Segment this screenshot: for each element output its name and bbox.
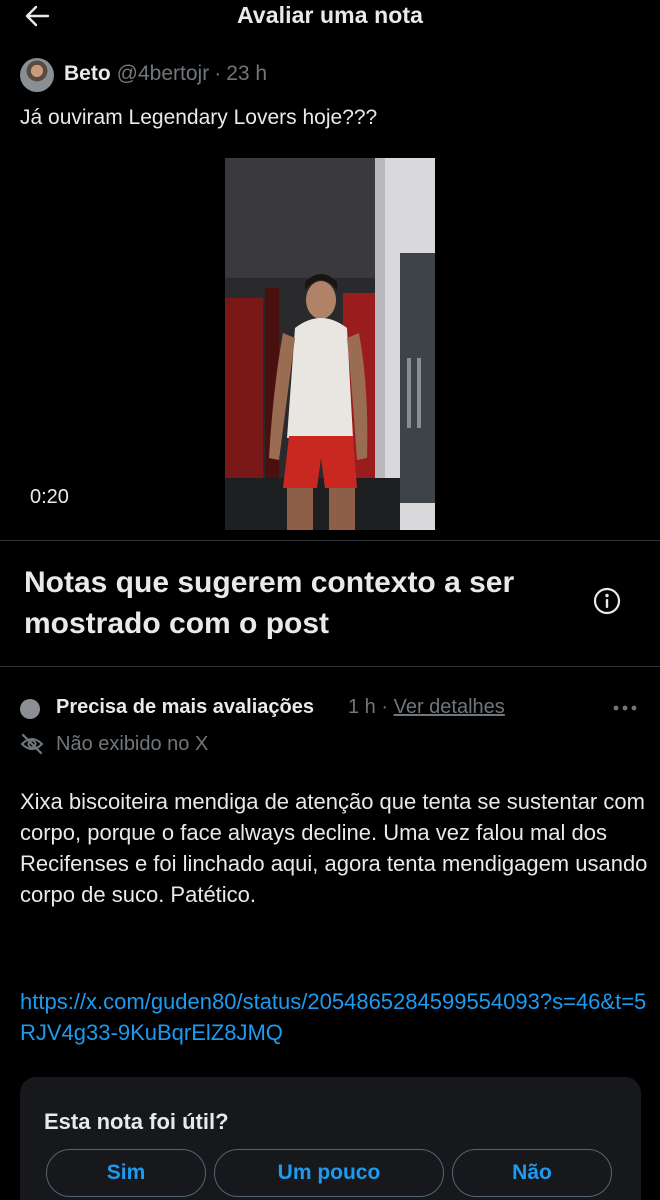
video-player[interactable] — [225, 158, 435, 530]
top-bar: Avaliar uma nota — [0, 0, 660, 34]
post-time[interactable]: 23 h — [226, 62, 267, 85]
video-thumbnail — [225, 158, 435, 530]
eye-off-icon — [20, 733, 44, 755]
rate-no-button[interactable]: Não — [452, 1149, 612, 1197]
video-duration: 0:20 — [30, 486, 69, 508]
note-status: Precisa de mais avaliações — [56, 696, 314, 718]
details-link[interactable]: Ver detalhes — [394, 696, 505, 718]
rating-question: Esta nota foi útil? — [44, 1109, 229, 1134]
more-options-button[interactable] — [610, 696, 640, 720]
info-button[interactable] — [592, 586, 622, 616]
post-media — [0, 158, 660, 530]
separator-dot: · — [381, 696, 389, 718]
note-body: Xixa biscoiteira mendiga de atenção que … — [20, 789, 648, 907]
more-icon — [613, 705, 637, 711]
author-name[interactable]: Beto — [64, 62, 111, 85]
note-source-link[interactable]: https://x.com/guden80/status/20548652845… — [20, 986, 650, 1048]
info-icon — [593, 587, 621, 615]
rate-note-screen: Avaliar uma nota Beto @4bertojr · 23 h Já o… — [0, 0, 660, 1200]
avatar[interactable] — [20, 58, 54, 92]
rating-card: Esta nota foi útil? Sim Um pouco Não — [20, 1077, 641, 1200]
post-header: Beto @4bertojr · 23 h — [64, 62, 267, 86]
note-meta: 1 h · Ver detalhes — [348, 696, 505, 719]
section-title: Notas que sugerem contexto a ser mostrad… — [24, 566, 515, 640]
rate-somewhat-button[interactable]: Um pouco — [214, 1149, 444, 1197]
author-handle[interactable]: @4bertojr — [117, 62, 210, 85]
note-time: 1 h — [348, 696, 376, 718]
note-status-row: Precisa de mais avaliações 1 h · Ver det… — [20, 696, 640, 722]
rate-yes-button[interactable]: Sim — [46, 1149, 206, 1197]
visibility-text: Não exibido no X — [56, 733, 209, 755]
post-text: Já ouviram Legendary Lovers hoje??? — [20, 106, 378, 129]
separator-dot: · — [214, 62, 222, 85]
page-title: Avaliar uma nota — [236, 2, 424, 28]
status-indicator — [20, 699, 40, 719]
divider — [0, 666, 660, 667]
divider — [0, 540, 660, 541]
